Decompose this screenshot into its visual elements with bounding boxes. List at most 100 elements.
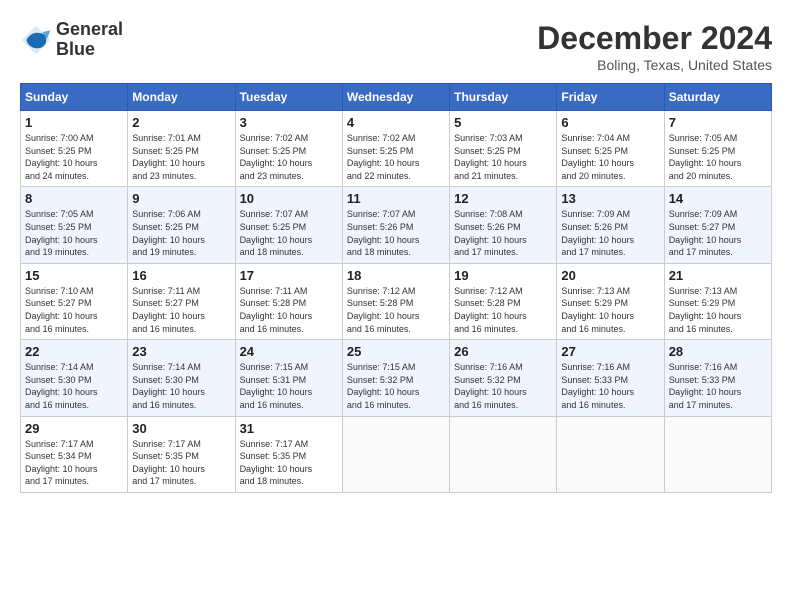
day-cell: 31 Sunrise: 7:17 AM Sunset: 5:35 PM Dayli… (235, 416, 342, 492)
day-number: 9 (132, 191, 230, 206)
day-number: 4 (347, 115, 445, 130)
day-cell: 23 Sunrise: 7:14 AM Sunset: 5:30 PM Dayli… (128, 340, 235, 416)
day-cell: 3 Sunrise: 7:02 AM Sunset: 5:25 PM Daylig… (235, 111, 342, 187)
day-number: 24 (240, 344, 338, 359)
week-row: 8 Sunrise: 7:05 AM Sunset: 5:25 PM Daylig… (21, 187, 772, 263)
day-number: 16 (132, 268, 230, 283)
day-number: 1 (25, 115, 123, 130)
day-cell: 19 Sunrise: 7:12 AM Sunset: 5:28 PM Dayli… (450, 263, 557, 339)
day-cell: 17 Sunrise: 7:11 AM Sunset: 5:28 PM Dayli… (235, 263, 342, 339)
day-number: 23 (132, 344, 230, 359)
day-info: Sunrise: 7:12 AM Sunset: 5:28 PM Dayligh… (347, 285, 445, 335)
day-info: Sunrise: 7:16 AM Sunset: 5:33 PM Dayligh… (669, 361, 767, 411)
day-cell: 20 Sunrise: 7:13 AM Sunset: 5:29 PM Dayli… (557, 263, 664, 339)
day-cell: 30Sunrise: 7:17 AM Sunset: 5:35 PM Dayli… (128, 416, 235, 492)
day-number: 31 (240, 421, 338, 436)
day-cell: 13 Sunrise: 7:09 AM Sunset: 5:26 PM Dayli… (557, 187, 664, 263)
day-cell (557, 416, 664, 492)
day-info: Sunrise: 7:11 AM Sunset: 5:28 PM Dayligh… (240, 285, 338, 335)
header: General Blue December 2024 Boling, Texas… (20, 20, 772, 73)
day-cell: 26Sunrise: 7:16 AM Sunset: 5:32 PM Dayli… (450, 340, 557, 416)
day-info: Sunrise: 7:16 AM Sunset: 5:33 PM Dayligh… (561, 361, 659, 411)
day-cell: 12Sunrise: 7:08 AM Sunset: 5:26 PM Dayli… (450, 187, 557, 263)
day-number: 19 (454, 268, 552, 283)
day-cell (450, 416, 557, 492)
day-number: 18 (347, 268, 445, 283)
day-header-thursday: Thursday (450, 84, 557, 111)
day-number: 20 (561, 268, 659, 283)
day-cell: 18 Sunrise: 7:12 AM Sunset: 5:28 PM Dayli… (342, 263, 449, 339)
week-row: 1 Sunrise: 7:00 AM Sunset: 5:25 PM Daylig… (21, 111, 772, 187)
day-cell: 6 Sunrise: 7:04 AM Sunset: 5:25 PM Daylig… (557, 111, 664, 187)
day-number: 15 (25, 268, 123, 283)
calendar-table: SundayMondayTuesdayWednesdayThursdayFrid… (20, 83, 772, 493)
day-number: 26 (454, 344, 552, 359)
day-cell: 22Sunrise: 7:14 AM Sunset: 5:30 PM Dayli… (21, 340, 128, 416)
day-number: 14 (669, 191, 767, 206)
header-row: SundayMondayTuesdayWednesdayThursdayFrid… (21, 84, 772, 111)
day-info: Sunrise: 7:10 AM Sunset: 5:27 PM Dayligh… (25, 285, 123, 335)
day-info: Sunrise: 7:09 AM Sunset: 5:26 PM Dayligh… (561, 208, 659, 258)
week-row: 29 Sunrise: 7:17 AM Sunset: 5:34 PM Dayli… (21, 416, 772, 492)
day-number: 10 (240, 191, 338, 206)
day-info: Sunrise: 7:05 AM Sunset: 5:25 PM Dayligh… (669, 132, 767, 182)
day-cell: 7 Sunrise: 7:05 AM Sunset: 5:25 PM Daylig… (664, 111, 771, 187)
logo: General Blue (20, 20, 123, 60)
day-header-monday: Monday (128, 84, 235, 111)
day-number: 8 (25, 191, 123, 206)
day-cell: 11 Sunrise: 7:07 AM Sunset: 5:26 PM Dayli… (342, 187, 449, 263)
day-cell: 14 Sunrise: 7:09 AM Sunset: 5:27 PM Dayli… (664, 187, 771, 263)
day-info: Sunrise: 7:17 AM Sunset: 5:35 PM Dayligh… (240, 438, 338, 488)
day-number: 11 (347, 191, 445, 206)
day-number: 5 (454, 115, 552, 130)
day-cell: 28 Sunrise: 7:16 AM Sunset: 5:33 PM Dayli… (664, 340, 771, 416)
logo-icon (20, 24, 52, 56)
day-cell: 10 Sunrise: 7:07 AM Sunset: 5:25 PM Dayli… (235, 187, 342, 263)
month-title: December 2024 (537, 20, 772, 57)
day-info: Sunrise: 7:12 AM Sunset: 5:28 PM Dayligh… (454, 285, 552, 335)
day-info: Sunrise: 7:15 AM Sunset: 5:31 PM Dayligh… (240, 361, 338, 411)
day-cell: 24 Sunrise: 7:15 AM Sunset: 5:31 PM Dayli… (235, 340, 342, 416)
day-cell: 21Sunrise: 7:13 AM Sunset: 5:29 PM Dayli… (664, 263, 771, 339)
day-number: 12 (454, 191, 552, 206)
day-number: 6 (561, 115, 659, 130)
day-number: 30 (132, 421, 230, 436)
day-header-tuesday: Tuesday (235, 84, 342, 111)
day-number: 17 (240, 268, 338, 283)
day-number: 25 (347, 344, 445, 359)
day-info: Sunrise: 7:02 AM Sunset: 5:25 PM Dayligh… (240, 132, 338, 182)
day-info: Sunrise: 7:02 AM Sunset: 5:25 PM Dayligh… (347, 132, 445, 182)
day-info: Sunrise: 7:07 AM Sunset: 5:26 PM Dayligh… (347, 208, 445, 258)
day-info: Sunrise: 7:11 AM Sunset: 5:27 PM Dayligh… (132, 285, 230, 335)
day-number: 22 (25, 344, 123, 359)
week-row: 22 Sunrise: 7:14 AM Sunset: 5:30 PM Dayli… (21, 340, 772, 416)
day-number: 28 (669, 344, 767, 359)
location-title: Boling, Texas, United States (537, 57, 772, 73)
day-info: Sunrise: 7:17 AM Sunset: 5:34 PM Dayligh… (25, 438, 123, 488)
day-info: Sunrise: 7:04 AM Sunset: 5:25 PM Dayligh… (561, 132, 659, 182)
day-cell: 1 Sunrise: 7:00 AM Sunset: 5:25 PM Daylig… (21, 111, 128, 187)
day-number: 3 (240, 115, 338, 130)
day-header-saturday: Saturday (664, 84, 771, 111)
day-number: 2 (132, 115, 230, 130)
day-header-friday: Friday (557, 84, 664, 111)
day-cell: 5 Sunrise: 7:03 AM Sunset: 5:25 PM Daylig… (450, 111, 557, 187)
day-info: Sunrise: 7:09 AM Sunset: 5:27 PM Dayligh… (669, 208, 767, 258)
day-info: Sunrise: 7:07 AM Sunset: 5:25 PM Dayligh… (240, 208, 338, 258)
day-header-sunday: Sunday (21, 84, 128, 111)
day-info: Sunrise: 7:00 AM Sunset: 5:25 PM Dayligh… (25, 132, 123, 182)
title-area: December 2024 Boling, Texas, United Stat… (537, 20, 772, 73)
day-number: 7 (669, 115, 767, 130)
day-cell: 2Sunrise: 7:01 AM Sunset: 5:25 PM Daylig… (128, 111, 235, 187)
day-number: 29 (25, 421, 123, 436)
day-info: Sunrise: 7:14 AM Sunset: 5:30 PM Dayligh… (132, 361, 230, 411)
day-info: Sunrise: 7:03 AM Sunset: 5:25 PM Dayligh… (454, 132, 552, 182)
week-row: 15 Sunrise: 7:10 AM Sunset: 5:27 PM Dayli… (21, 263, 772, 339)
day-info: Sunrise: 7:15 AM Sunset: 5:32 PM Dayligh… (347, 361, 445, 411)
day-info: Sunrise: 7:13 AM Sunset: 5:29 PM Dayligh… (561, 285, 659, 335)
day-cell: 27Sunrise: 7:16 AM Sunset: 5:33 PM Dayli… (557, 340, 664, 416)
day-info: Sunrise: 7:05 AM Sunset: 5:25 PM Dayligh… (25, 208, 123, 258)
day-header-wednesday: Wednesday (342, 84, 449, 111)
day-cell: 8 Sunrise: 7:05 AM Sunset: 5:25 PM Daylig… (21, 187, 128, 263)
day-number: 13 (561, 191, 659, 206)
